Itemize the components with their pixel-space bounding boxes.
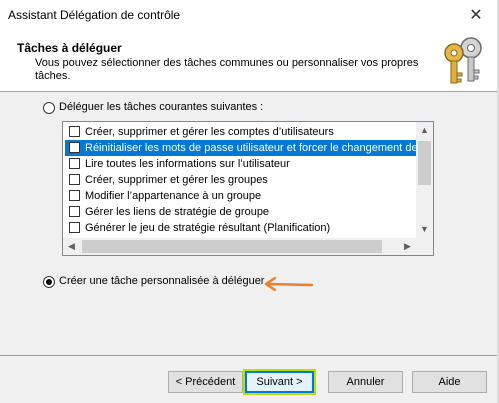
radio-common-tasks[interactable] — [43, 102, 55, 114]
help-button[interactable]: Aide — [412, 371, 487, 393]
task-label: Générer le jeu de stratégie résultant (P… — [85, 222, 331, 234]
vertical-scroll-thumb[interactable] — [418, 141, 431, 185]
page-title: Tâches à déléguer — [17, 41, 122, 55]
list-item-selected[interactable]: Réinitialiser les mots de passe utilisat… — [65, 140, 416, 156]
task-label: Gérer les liens de stratégie de groupe — [85, 206, 270, 218]
task-checkbox[interactable] — [69, 190, 80, 201]
radio-common-tasks-label[interactable]: Déléguer les tâches courantes suivantes … — [59, 101, 263, 113]
task-label: Créer, supprimer et gérer les groupes — [85, 174, 268, 186]
window-title: Assistant Délégation de contrôle — [8, 8, 181, 22]
list-item[interactable]: Générer le jeu de stratégie résultant (P… — [65, 220, 416, 236]
list-item[interactable]: Modifier l’appartenance à un groupe — [65, 188, 416, 204]
task-checkbox[interactable] — [69, 142, 80, 153]
scroll-up-icon[interactable]: ▲ — [416, 122, 433, 139]
task-checkbox[interactable] — [69, 174, 80, 185]
cancel-button[interactable]: Annuler — [328, 371, 403, 393]
page-subtitle: Vous pouvez sélectionner des tâches comm… — [35, 57, 419, 82]
close-icon: ✕ — [469, 7, 483, 24]
list-item[interactable]: Créer, supprimer et gérer les groupes — [65, 172, 416, 188]
horizontal-scroll-thumb[interactable] — [82, 240, 382, 253]
vertical-scrollbar[interactable]: ▲ ▼ — [416, 122, 433, 238]
task-checkbox[interactable] — [69, 158, 80, 169]
title-bar: Assistant Délégation de contrôle ✕ — [0, 0, 499, 31]
task-checkbox[interactable] — [69, 222, 80, 233]
list-item[interactable]: Gérer les liens de stratégie de groupe — [65, 204, 416, 220]
horizontal-scrollbar[interactable]: ◀ ▶ — [63, 238, 416, 255]
next-button[interactable]: Suivant > — [243, 369, 316, 395]
footer-separator — [0, 355, 497, 356]
list-item[interactable]: Lire toutes les informations sur l’utili… — [65, 156, 416, 172]
task-label: Créer, supprimer et gérer les comptes d’… — [85, 126, 334, 138]
scroll-right-icon[interactable]: ▶ — [399, 238, 416, 255]
task-label: Réinitialiser les mots de passe utilisat… — [85, 142, 416, 154]
annotation-arrow-icon — [264, 277, 314, 291]
task-checkbox[interactable] — [69, 126, 80, 137]
close-button[interactable]: ✕ — [453, 0, 499, 31]
list-item[interactable]: Créer, supprimer et gérer les comptes d’… — [65, 124, 416, 140]
scroll-left-icon[interactable]: ◀ — [63, 238, 80, 255]
wizard-header: Tâches à déléguer Vous pouvez sélectionn… — [0, 31, 497, 92]
radio-custom-task[interactable] — [43, 276, 55, 288]
task-checkbox[interactable] — [69, 206, 80, 217]
scroll-down-icon[interactable]: ▼ — [416, 221, 433, 238]
radio-custom-task-label[interactable]: Créer une tâche personnalisée à déléguer — [59, 275, 264, 287]
scroll-corner — [416, 238, 433, 255]
task-list[interactable]: Créer, supprimer et gérer les comptes d’… — [62, 121, 434, 256]
back-button[interactable]: < Précédent — [168, 371, 243, 393]
task-label: Lire toutes les informations sur l’utili… — [85, 158, 290, 170]
task-label: Modifier l’appartenance à un groupe — [85, 190, 262, 202]
keys-icon — [444, 37, 482, 84]
